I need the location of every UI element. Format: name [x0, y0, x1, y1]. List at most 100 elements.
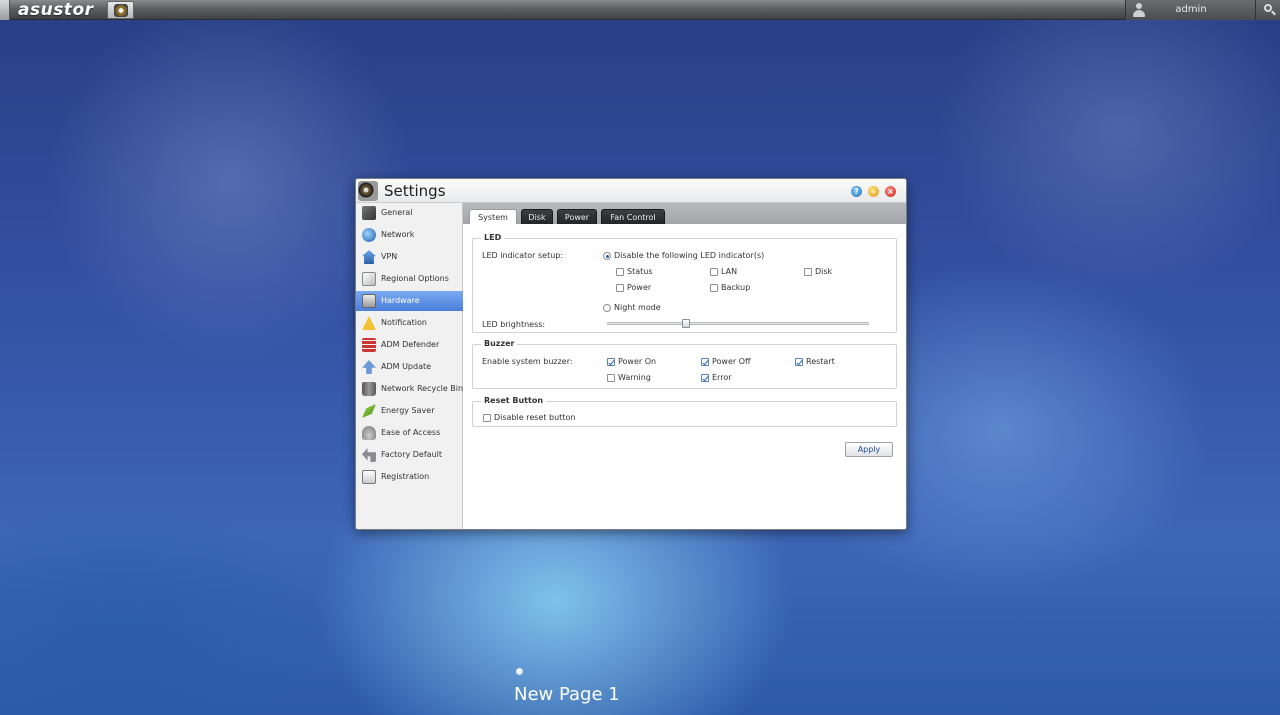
disable-led-radio[interactable] — [603, 252, 611, 260]
led-status-label: Status — [627, 267, 653, 276]
led-disk-checkbox[interactable] — [804, 268, 812, 276]
hardware-icon — [362, 294, 376, 308]
reset-button-group: Reset Button Disable reset button — [472, 396, 897, 427]
buzzer-group: Buzzer Enable system buzzer: Power On Po… — [472, 339, 897, 389]
buzzer-restart-label: Restart — [806, 357, 835, 366]
led-brightness-slider[interactable] — [607, 322, 869, 325]
sidebar-item-label: Network Recycle Bin — [381, 384, 464, 393]
tab-content: LED LED indicator setup: Disable the fol… — [463, 224, 906, 529]
user-icon — [1132, 3, 1146, 17]
led-backup-label: Backup — [721, 283, 751, 292]
led-status-checkbox[interactable] — [616, 268, 624, 276]
buzzer-label: Enable system buzzer: — [482, 357, 573, 366]
leaf-icon — [362, 404, 376, 418]
tab-strip: System Disk Power Fan Control — [463, 203, 906, 224]
sidebar-item-ease-of-access[interactable]: Ease of Access — [356, 423, 463, 443]
buzzer-error-checkbox[interactable] — [701, 374, 709, 382]
sidebar-item-factory-default[interactable]: Factory Default — [356, 445, 463, 465]
sidebar-item-vpn[interactable]: VPN — [356, 247, 463, 267]
buzzer-power-on-label: Power On — [618, 357, 657, 366]
sidebar-item-label: Network — [381, 230, 415, 239]
house-icon — [362, 250, 376, 264]
sidebar-item-label: Registration — [381, 472, 430, 481]
night-mode-label: Night mode — [614, 303, 661, 312]
buzzer-power-off-checkbox[interactable] — [701, 358, 709, 366]
led-lan-checkbox[interactable] — [710, 268, 718, 276]
sidebar-item-energy-saver[interactable]: Energy Saver — [356, 401, 463, 421]
trash-icon — [362, 382, 376, 396]
sidebar-item-adm-update[interactable]: ADM Update — [356, 357, 463, 377]
settings-gear-icon — [358, 181, 378, 201]
sidebar-item-label: Hardware — [381, 296, 420, 305]
close-button[interactable]: × — [885, 186, 896, 197]
buzzer-group-title: Buzzer — [481, 339, 518, 348]
sidebar-item-label: ADM Defender — [381, 340, 440, 349]
tab-disk[interactable]: Disk — [521, 209, 553, 224]
buzzer-warning-label: Warning — [618, 373, 651, 382]
sidebar-item-label: Energy Saver — [381, 406, 435, 415]
user-menu[interactable]: admin — [1125, 0, 1255, 20]
disable-reset-checkbox[interactable] — [483, 414, 491, 422]
taskbar-edge — [0, 0, 10, 20]
up-arrow-icon — [362, 360, 376, 374]
window-title: Settings — [384, 182, 446, 200]
help-button[interactable]: ? — [851, 186, 862, 197]
firewall-icon — [362, 338, 376, 352]
settings-app-icon[interactable] — [107, 1, 134, 19]
sidebar-item-regional-options[interactable]: Regional Options — [356, 269, 463, 289]
user-name: admin — [1175, 4, 1207, 15]
settings-sidebar: General Network VPN Regional Options Har… — [356, 203, 463, 529]
gear-icon — [114, 4, 128, 17]
tab-system[interactable]: System — [469, 209, 517, 224]
server-icon — [362, 206, 376, 220]
settings-window: Settings ? – × General Network VPN Regio… — [355, 178, 907, 530]
sidebar-item-label: Ease of Access — [381, 428, 441, 437]
globe-icon — [362, 228, 376, 242]
clock-icon — [362, 272, 376, 286]
night-mode-radio[interactable] — [603, 304, 611, 312]
buzzer-power-off-label: Power Off — [712, 357, 751, 366]
tab-power[interactable]: Power — [557, 209, 597, 224]
sidebar-item-hardware[interactable]: Hardware — [356, 291, 463, 311]
led-group: LED LED indicator setup: Disable the fol… — [472, 233, 897, 333]
led-disk-label: Disk — [815, 267, 833, 276]
sidebar-item-label: VPN — [381, 252, 398, 261]
sidebar-item-registration[interactable]: Registration — [356, 467, 463, 487]
top-taskbar: asustor admin — [0, 0, 1280, 20]
asustor-logo: asustor — [18, 0, 94, 20]
search-button[interactable] — [1255, 0, 1280, 20]
buzzer-error-label: Error — [712, 373, 732, 382]
minimize-button[interactable]: – — [868, 186, 879, 197]
page-indicator-dot[interactable] — [516, 668, 523, 675]
led-lan-label: LAN — [721, 267, 738, 276]
led-backup-checkbox[interactable] — [710, 284, 718, 292]
sidebar-item-network[interactable]: Network — [356, 225, 463, 245]
sidebar-item-label: Regional Options — [381, 274, 449, 283]
sidebar-item-label: Factory Default — [381, 450, 442, 459]
sidebar-item-network-recycle-bin[interactable]: Network Recycle Bin — [356, 379, 463, 399]
clipboard-icon — [362, 470, 376, 484]
sidebar-item-label: General — [381, 208, 413, 217]
buzzer-warning-checkbox[interactable] — [607, 374, 615, 382]
warning-icon — [362, 316, 376, 330]
slider-thumb[interactable] — [681, 319, 690, 328]
sidebar-item-notification[interactable]: Notification — [356, 313, 463, 333]
window-titlebar[interactable]: Settings ? – × — [356, 179, 906, 203]
led-group-title: LED — [481, 233, 505, 242]
router-icon — [362, 426, 376, 440]
sidebar-item-general[interactable]: General — [356, 203, 463, 223]
buzzer-restart-checkbox[interactable] — [795, 358, 803, 366]
sidebar-item-label: Notification — [381, 318, 427, 327]
apply-button[interactable]: Apply — [845, 442, 893, 457]
sidebar-item-adm-defender[interactable]: ADM Defender — [356, 335, 463, 355]
led-power-label: Power — [627, 283, 652, 292]
tab-fan-control[interactable]: Fan Control — [601, 209, 665, 224]
undo-arrow-icon — [362, 448, 376, 462]
buzzer-power-on-checkbox[interactable] — [607, 358, 615, 366]
disable-led-label: Disable the following LED indicator(s) — [614, 251, 765, 260]
desktop-page-label: New Page 1 — [514, 684, 620, 705]
led-brightness-label: LED brightness: — [482, 320, 546, 329]
led-setup-label: LED indicator setup: — [482, 251, 564, 260]
reset-group-title: Reset Button — [481, 396, 547, 405]
led-power-checkbox[interactable] — [616, 284, 624, 292]
